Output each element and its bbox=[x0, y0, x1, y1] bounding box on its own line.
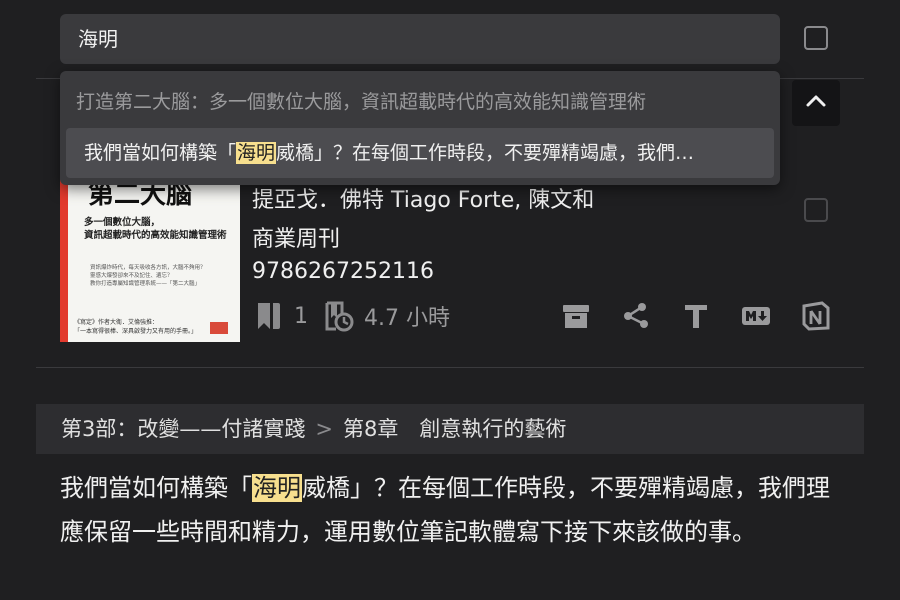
search-match-highlight: 海明 bbox=[236, 142, 277, 164]
suggestion-book-title: 打造第二大腦：多一個數位大腦，資訊超載時代的高效能知識管理術 bbox=[76, 91, 647, 113]
breadcrumb-chapter[interactable]: 第8章 創意執行的藝術 bbox=[343, 417, 566, 441]
search-suggestions-dropdown: 打造第二大腦：多一個數位大腦，資訊超載時代的高效能知識管理術 我們當如何構築「海… bbox=[60, 71, 780, 185]
cover-subtitle: 多一個數位大腦， 資訊超載時代的高效能知識管理術 bbox=[84, 217, 227, 241]
chevron-up-icon bbox=[804, 89, 828, 117]
book-isbn: 9786267252116 bbox=[252, 259, 434, 284]
cover-small-text: 資訊爆炸時代，每天吸收各方訊，大腦不夠用？ 靈感大爆發卻來不及記住、遺忘？ 教你… bbox=[90, 265, 206, 287]
search-input[interactable]: 海明 bbox=[60, 14, 780, 64]
book-actions bbox=[560, 300, 832, 332]
breadcrumb-part[interactable]: 第3部：改變——付諸實踐 bbox=[61, 417, 305, 441]
breadcrumb-separator: > bbox=[315, 417, 333, 441]
book-author: 提亞戈．佛特 Tiago Forte, 陳文和 bbox=[252, 188, 595, 213]
breadcrumb: 第3部：改變——付諸實踐 > 第8章 創意執行的藝術 bbox=[36, 404, 864, 454]
publisher-logo bbox=[210, 322, 228, 334]
suggestion-item[interactable]: 我們當如何構築「海明威橋」？在每個工作時段，不要殫精竭慮，我們… bbox=[66, 128, 774, 178]
highlights-count: 1 bbox=[294, 303, 308, 329]
select-all-checkbox[interactable] bbox=[804, 26, 828, 50]
search-match-highlight: 海明 bbox=[252, 474, 302, 502]
collapse-button[interactable] bbox=[792, 80, 840, 126]
archive-icon[interactable] bbox=[560, 300, 592, 332]
book-select-checkbox[interactable] bbox=[804, 198, 828, 222]
text-format-icon[interactable] bbox=[680, 300, 712, 332]
reading-time: 4.7 小時 bbox=[364, 306, 450, 331]
notion-icon[interactable] bbox=[800, 300, 832, 332]
cover-accent-bar bbox=[60, 170, 68, 342]
bookmark-icon bbox=[254, 300, 284, 332]
book-publisher: 商業周刊 bbox=[252, 227, 341, 252]
markdown-icon[interactable] bbox=[740, 300, 772, 332]
book-stats: 1 4.7 小時 bbox=[254, 298, 466, 334]
share-icon[interactable] bbox=[620, 300, 652, 332]
cover-blurb: 《寫定》作者大衛．艾倫強推： 「一本寫得很棒、深具啟發力又有用的手冊。」 bbox=[74, 319, 198, 335]
divider bbox=[36, 367, 864, 368]
book-clock-icon bbox=[324, 300, 354, 332]
highlight-passage: 我們當如何構築「海明威橋」？在每個工作時段，不要殫精竭慮，我們理應保留一些時間和… bbox=[60, 474, 830, 546]
